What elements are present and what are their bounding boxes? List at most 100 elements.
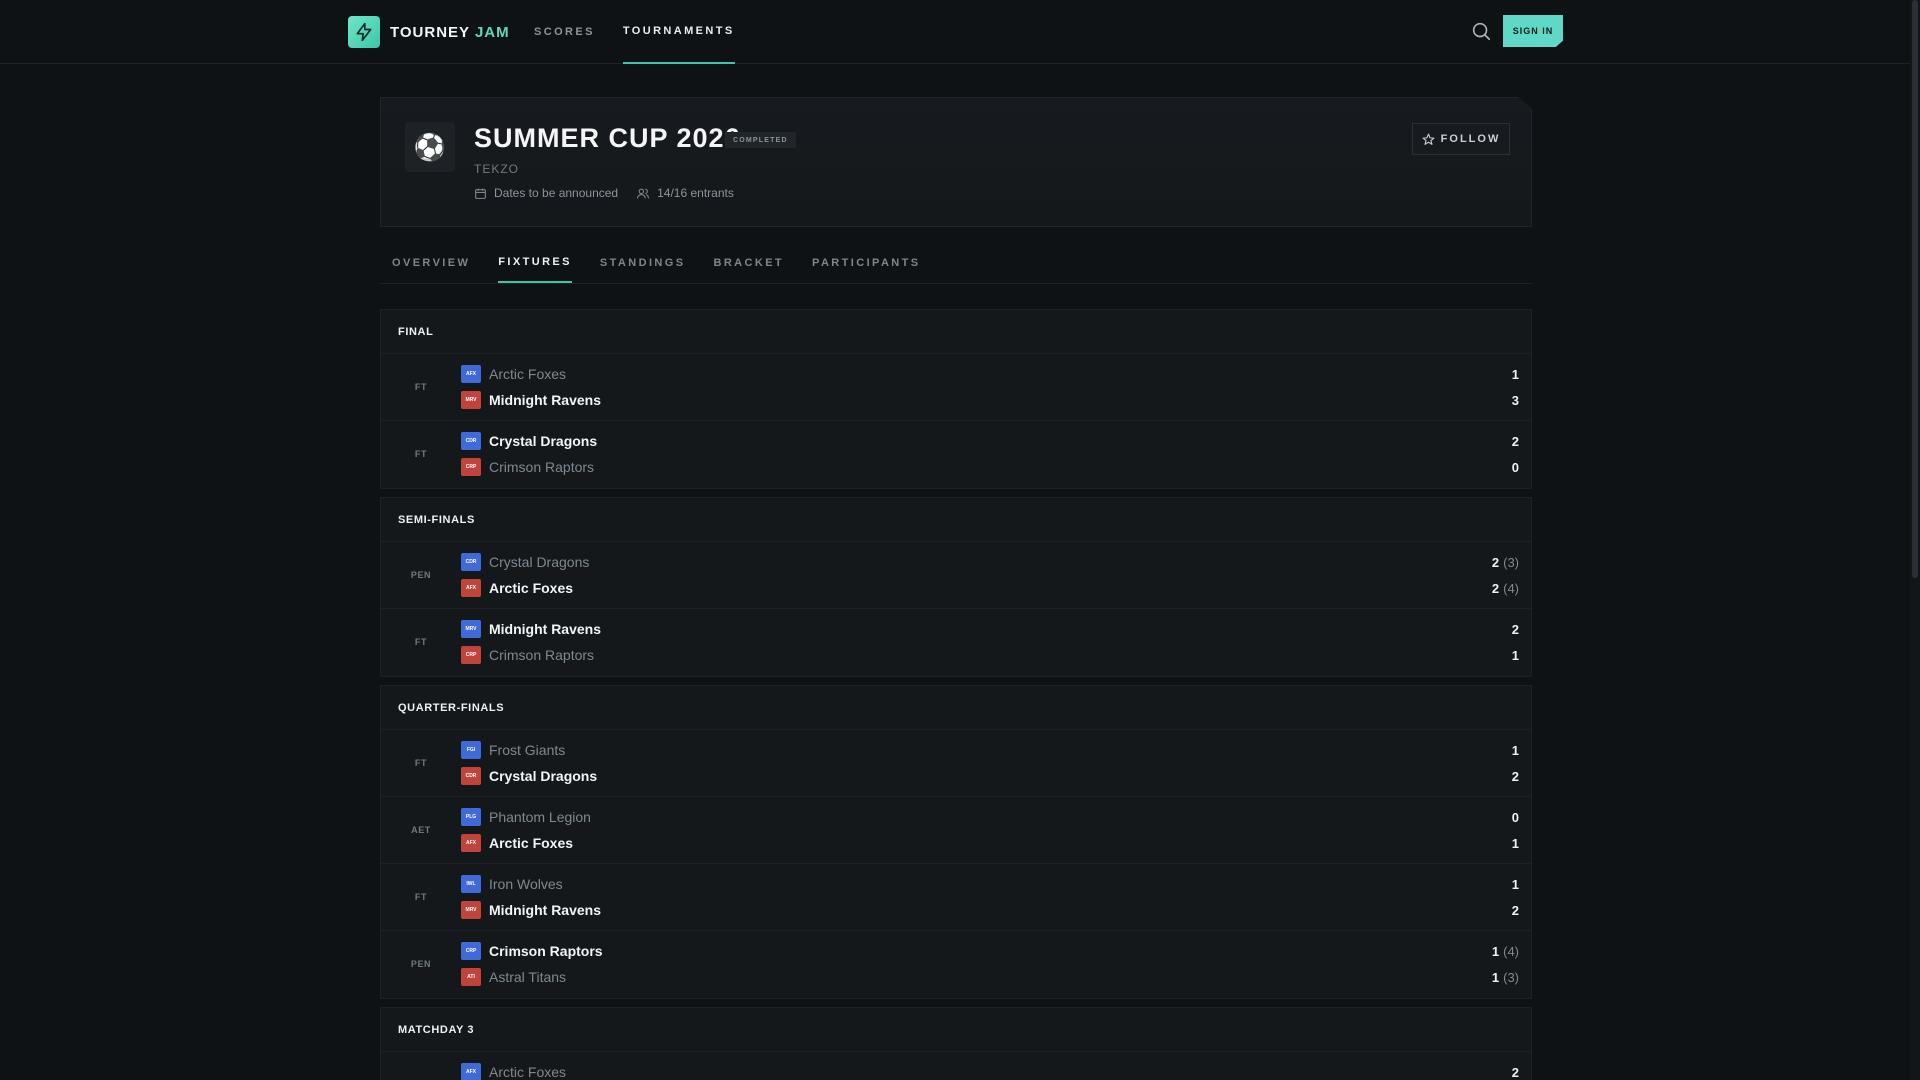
tournament-header-card: ⚽ SUMMER CUP 2026 COMPLETED TEKZO Dates …: [380, 97, 1532, 227]
brand-logo-link[interactable]: TOURNEY JAM: [348, 16, 510, 48]
home-team-row: CDR Crystal Dragons 2 (3): [461, 549, 1519, 575]
team-score: 2: [1512, 1065, 1519, 1080]
score-value: 1: [1511, 876, 1519, 892]
team-badge: CRP: [461, 458, 481, 476]
home-team-row: IWL Iron Wolves 1: [461, 871, 1519, 897]
team-badge: FGI: [461, 741, 481, 759]
tab-bracket[interactable]: BRACKET: [713, 243, 784, 283]
scrollbar-thumb[interactable]: [1912, 0, 1918, 578]
search-icon[interactable]: [1470, 20, 1492, 42]
team-name: Iron Wolves: [489, 876, 563, 892]
team-name: Crimson Raptors: [489, 647, 595, 663]
status-badge: COMPLETED: [725, 132, 796, 148]
fixtures-section-semi-finals: SEMI-FINALS PEN CDR Crystal Dragons 2 (3)…: [380, 497, 1532, 677]
match-row[interactable]: FT IWL Iron Wolves 1 MRV Midnight Ravens…: [381, 864, 1531, 931]
match-status: [381, 1052, 461, 1080]
tournament-tabs: OVERVIEW FIXTURES STANDINGS BRACKET PART…: [380, 243, 1532, 284]
nav-item-scores[interactable]: SCORES: [534, 0, 595, 64]
score-value: 1: [1511, 742, 1519, 758]
match-status: PEN: [410, 570, 432, 580]
match-status: FT: [414, 637, 428, 647]
team-score: 2: [1512, 434, 1519, 449]
team-score: 2 (3): [1492, 555, 1519, 570]
nav-item-tournaments[interactable]: TOURNAMENTS: [622, 0, 735, 64]
match-row[interactable]: PEN CRP Crimson Raptors 1 (4) ATI Astral …: [381, 931, 1531, 998]
tab-standings[interactable]: STANDINGS: [600, 243, 686, 283]
team-name: Phantom Legion: [489, 809, 591, 825]
team-name: Midnight Ravens: [489, 902, 602, 918]
page-scrollbar[interactable]: [1910, 0, 1920, 1080]
team-name: Crimson Raptors: [489, 459, 595, 475]
top-navigation-bar: TOURNEY JAM SCORES TOURNAMENTS SIGN IN: [0, 0, 1910, 64]
home-team-row: AFX Arctic Foxes 2: [461, 1059, 1519, 1080]
home-team-row: CDR Crystal Dragons 2: [461, 428, 1519, 454]
score-value: 1: [1511, 647, 1519, 663]
team-score: 1: [1512, 648, 1519, 663]
score-value: 0: [1511, 809, 1519, 825]
team-badge: AFX: [461, 579, 481, 597]
team-name: Arctic Foxes: [489, 580, 574, 596]
entrants-meta: 14/16 entrants: [636, 186, 734, 200]
team-score: 1: [1512, 877, 1519, 892]
team-name: Crystal Dragons: [489, 433, 598, 449]
score-value: 2: [1511, 768, 1519, 784]
star-icon: [1422, 133, 1435, 145]
page-title: SUMMER CUP 2026: [474, 123, 741, 153]
team-score: 2: [1512, 622, 1519, 637]
brand-name-accent: JAM: [474, 23, 510, 41]
team-name: Arctic Foxes: [489, 835, 574, 851]
dates-meta: Dates to be announced: [474, 186, 618, 200]
team-badge: CDR: [461, 432, 481, 450]
score-value: 0: [1511, 459, 1519, 475]
match-row[interactable]: AET PLG Phantom Legion 0 AFX Arctic Foxe…: [381, 797, 1531, 864]
dates-text: Dates to be announced: [494, 186, 619, 200]
home-team-row: AFX Arctic Foxes 1: [461, 361, 1519, 387]
match-row[interactable]: FT CDR Crystal Dragons 2 CRP Crimson Rap…: [381, 421, 1531, 488]
section-title: QUARTER-FINALS: [381, 686, 1531, 730]
fixtures-section-final: FINAL FT AFX Arctic Foxes 1 MRV Midnight…: [380, 309, 1532, 489]
brand-name: TOURNEY JAM: [390, 24, 510, 41]
penalty-score: (4): [1503, 580, 1519, 596]
score-value: 2: [1491, 554, 1500, 570]
team-badge: AFX: [461, 1063, 481, 1080]
team-name: Arctic Foxes: [489, 1064, 567, 1080]
score-value: 2: [1511, 433, 1519, 449]
tab-overview[interactable]: OVERVIEW: [392, 243, 470, 283]
organizer-name[interactable]: TEKZO: [474, 162, 519, 176]
tab-fixtures[interactable]: FIXTURES: [498, 243, 572, 283]
users-icon: [637, 188, 650, 198]
soccer-ball-icon: ⚽: [405, 122, 455, 172]
score-value: 1: [1491, 969, 1500, 985]
match-status: AET: [411, 825, 431, 835]
team-badge: AFX: [461, 834, 481, 852]
score-value: 2: [1491, 580, 1500, 596]
follow-label: FOLLOW: [1440, 133, 1501, 145]
team-badge: MRV: [461, 391, 481, 409]
main-nav: SCORES TOURNAMENTS: [534, 0, 735, 64]
home-team-row: FGI Frost Giants 1: [461, 737, 1519, 763]
match-row[interactable]: FT FGI Frost Giants 1 CDR Crystal Dragon…: [381, 730, 1531, 797]
fixtures-section-matchday-3: MATCHDAY 3 AFX Arctic Foxes 2: [380, 1007, 1532, 1080]
sign-in-button[interactable]: SIGN IN: [1503, 15, 1563, 47]
home-team-row: MRV Midnight Ravens 2: [461, 616, 1519, 642]
team-score: 1 (4): [1492, 944, 1519, 959]
team-name: Frost Giants: [489, 742, 566, 758]
follow-button[interactable]: FOLLOW: [1412, 123, 1510, 155]
team-score: 1 (3): [1492, 970, 1519, 985]
match-row[interactable]: FT MRV Midnight Ravens 2 CRP Crimson Rap…: [381, 609, 1531, 676]
penalty-score: (3): [1503, 554, 1519, 570]
team-score: 1: [1512, 367, 1519, 382]
team-badge: CDR: [461, 553, 481, 571]
penalty-score: (3): [1503, 969, 1519, 985]
team-name: Arctic Foxes: [489, 366, 567, 382]
penalty-score: (4): [1503, 943, 1519, 959]
match-row[interactable]: FT AFX Arctic Foxes 1 MRV Midnight Raven…: [381, 354, 1531, 421]
away-team-row: CRP Crimson Raptors 0: [461, 454, 1519, 480]
team-badge: ATI: [461, 968, 481, 986]
team-badge: MRV: [461, 901, 481, 919]
match-row[interactable]: AFX Arctic Foxes 2: [381, 1052, 1531, 1080]
team-score: 1: [1512, 836, 1519, 851]
team-name: Midnight Ravens: [489, 392, 602, 408]
tab-participants[interactable]: PARTICIPANTS: [812, 243, 920, 283]
match-row[interactable]: PEN CDR Crystal Dragons 2 (3) AFX Arctic …: [381, 542, 1531, 609]
